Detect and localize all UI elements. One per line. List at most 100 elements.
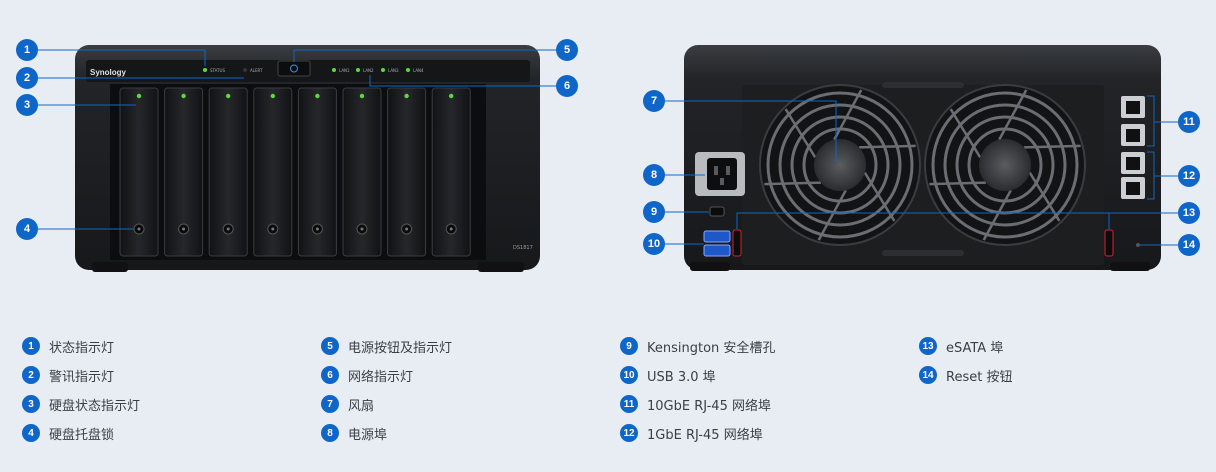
front-foot-left [92,262,128,272]
esata-port-right [1104,229,1114,257]
legend-number: 8 [321,424,339,442]
callout-badge-6: 6 [557,76,577,96]
fan-hub [814,139,866,191]
legend-number: 13 [919,337,937,355]
legend-number: 3 [22,395,40,413]
legend-number: 10 [620,366,638,384]
callout-badge-4: 4 [17,219,37,239]
legend-item: 6 网络指示灯 [321,365,413,385]
reset-button [1136,243,1140,247]
tray-lock-keyhole [182,227,186,231]
lan2-led [356,68,360,72]
legend-item: 11 10GbE RJ-45 网络埠 [620,394,771,414]
legend-number: 4 [22,424,40,442]
legend-label: USB 3.0 埠 [647,369,716,385]
legend-item: 3 硬盘状态指示灯 [22,394,140,414]
legend-label: Kensington 安全槽孔 [647,340,776,356]
legend-label: 1GbE RJ-45 网络埠 [647,427,763,443]
status-led-label: STATUS [210,68,225,73]
fan-grill-spoke [1024,144,1081,149]
callout-badge-11: 11 [1179,112,1199,132]
callout-badge-2: 2 [17,68,37,88]
alert-led-label: ALERT [250,68,263,73]
usb-port-1 [703,230,731,243]
drive-status-led [136,93,142,99]
legend-item: 9 Kensington 安全槽孔 [620,336,775,356]
callout-badge-12: 12 [1179,166,1199,186]
legend-label: 电源按钮及指示灯 [348,340,453,356]
legend-item: 5 电源按钮及指示灯 [321,336,452,356]
legend-label: 10GbE RJ-45 网络埠 [647,398,771,414]
lan2-label: LAN2 [363,68,374,73]
legend-label: 硬盘托盘锁 [49,427,115,443]
tray-lock-keyhole [315,227,319,231]
legend-item: 13 eSATA 埠 [919,336,1003,356]
legend-item: 1 状态指示灯 [22,336,114,356]
legend-label: 硬盘状态指示灯 [49,398,141,414]
lan3-led [381,68,385,72]
legend-label: eSATA 埠 [946,340,1004,356]
lan3-label: LAN3 [388,68,399,73]
lan1-label: LAN1 [339,68,350,73]
callout-badge-8: 8 [644,165,664,185]
brand-logo: Synology [90,68,127,77]
legend-label: 电源埠 [348,427,388,443]
legend-number: 1 [22,337,40,355]
callout-badge-14: 14 [1179,235,1199,255]
usb-port-2 [703,244,731,257]
alert-led [243,68,247,72]
legend-number: 2 [22,366,40,384]
lan4-label: LAN4 [413,68,424,73]
drive-status-led [404,93,409,99]
callout-badge-1: 1 [17,40,37,60]
tray-lock-keyhole [226,227,230,231]
legend-item: 4 硬盘托盘锁 [22,423,114,443]
callout-badge-3: 3 [17,95,37,115]
fan-hub [979,139,1031,191]
drive-bays [110,84,486,260]
rear-handle-top [882,82,964,88]
status-led [203,68,207,72]
callout-badge-10: 10 [644,234,664,254]
power-port [707,158,737,190]
drive-status-led [270,93,275,99]
fan-grill-spoke [764,181,821,186]
nas-drawing: Synology STATUS ALERT LAN1 LAN2 LAN3 LAN… [36,45,1179,272]
front-foot-right [478,262,524,272]
legend-label: 状态指示灯 [49,340,115,356]
rear-unit [684,45,1161,271]
legend-label: 警讯指示灯 [49,369,115,385]
rear-foot-left [690,262,730,271]
lan1-led [332,68,336,72]
rear-foot-right [1110,262,1150,271]
callout-badge-5: 5 [557,40,577,60]
legend-label: 网络指示灯 [348,369,414,385]
legend-number: 6 [321,366,339,384]
fan-grill-spoke [929,181,986,186]
lan4-led [406,68,410,72]
drive-status-led [449,93,454,99]
legend-label: 风扇 [348,398,375,414]
drive-status-led [181,93,186,99]
drive-status-led [226,93,231,99]
esata-port-left [732,229,742,257]
legend-number: 11 [620,395,638,413]
callout-badge-13: 13 [1179,203,1199,223]
device-illustration: Synology STATUS ALERT LAN1 LAN2 LAN3 LAN… [0,0,1216,300]
legend-label: Reset 按钮 [946,369,1013,385]
model-label: DS1817 [513,245,533,251]
power-button-housing [277,60,311,77]
tray-lock-keyhole [137,227,141,231]
rear-handle-bottom [882,250,964,256]
tray-lock-keyhole [360,227,364,231]
tray-lock-keyhole [405,227,409,231]
callout-badge-7: 7 [644,91,664,111]
tray-lock-keyhole [449,227,453,231]
front-unit: Synology STATUS ALERT LAN1 LAN2 LAN3 LAN… [75,45,540,272]
fan-grill-spoke [859,144,916,149]
legend-item: 2 警讯指示灯 [22,365,114,385]
legend-item: 12 1GbE RJ-45 网络埠 [620,423,763,443]
legend-number: 7 [321,395,339,413]
legend-number: 12 [620,424,638,442]
drive-status-led [315,93,320,99]
